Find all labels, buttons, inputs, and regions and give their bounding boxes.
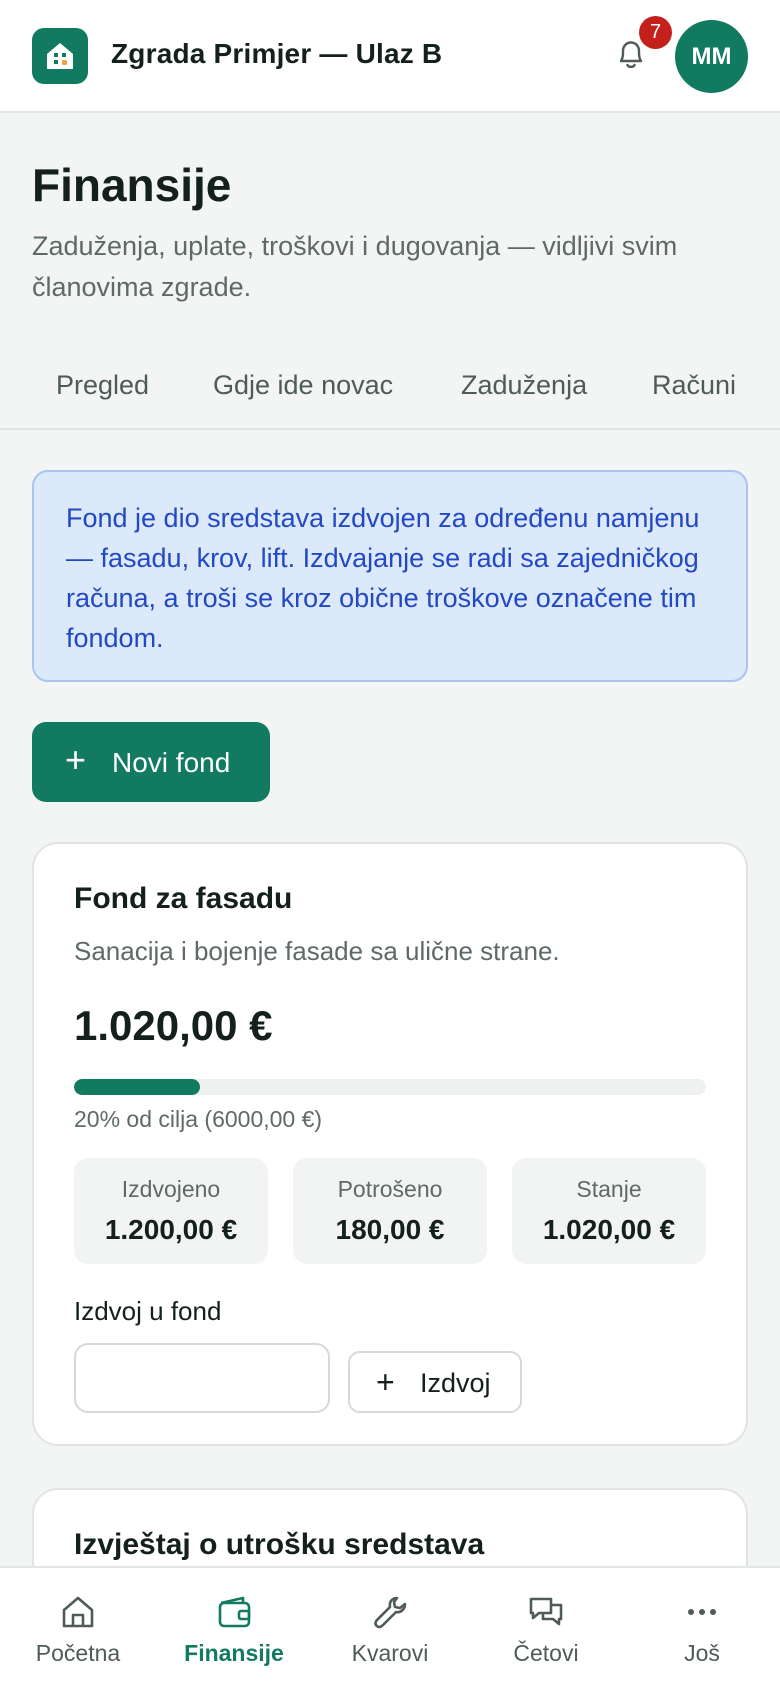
nav-label: Početna	[35, 1640, 121, 1666]
bottom-navigation: Početna Finansije Kvarovi Četovi Još	[0, 1566, 780, 1688]
fund-balance: 1.020,00 €	[74, 1002, 273, 1049]
stat-izdvojeno: Izdvojeno 1.200,00 €	[74, 1158, 268, 1264]
chat-icon	[529, 1597, 563, 1626]
app-logo[interactable]	[32, 28, 88, 84]
stat-stanje: Stanje 1.020,00 €	[512, 1158, 706, 1264]
nav-item-kvarovi[interactable]: Kvarovi	[312, 1568, 468, 1688]
stat-value: 1.020,00 €	[542, 1214, 676, 1245]
fund-card: Fond za fasadu Sanacija i bojenje fasade…	[32, 842, 748, 1446]
page-title: Finansije	[32, 159, 232, 211]
finance-tabs: Pregled Gdje ide novac Zaduženja Računi	[0, 358, 780, 430]
allocate-button[interactable]: + Izdvoj	[348, 1351, 522, 1413]
fund-info-box: Fond je dio sredstava izdvojen za određe…	[32, 470, 748, 682]
home-icon	[62, 1596, 94, 1628]
nav-item-finansije[interactable]: Finansije	[156, 1568, 312, 1688]
tab-zaduzenja[interactable]: Zaduženja	[461, 370, 587, 401]
notification-badge: 7	[639, 16, 672, 49]
stat-label: Izdvojeno	[121, 1176, 221, 1202]
allocate-amount-input[interactable]	[74, 1343, 330, 1413]
allocate-label: Izdvoj u fond	[74, 1296, 222, 1326]
nav-label: Kvarovi	[351, 1640, 429, 1666]
plus-icon: +	[376, 1364, 395, 1400]
tab-pregled[interactable]: Pregled	[56, 370, 149, 401]
stat-label: Potrošeno	[337, 1176, 443, 1202]
tab-gdje-ide-novac[interactable]: Gdje ide novac	[213, 370, 393, 401]
building-icon	[47, 43, 73, 69]
fund-progress-bar	[74, 1079, 706, 1095]
nav-label: Još	[684, 1640, 720, 1666]
new-fund-label: Novi fond	[112, 747, 231, 778]
user-avatar[interactable]: MM	[675, 20, 748, 93]
new-fund-button[interactable]: + Novi fond	[32, 722, 270, 802]
wallet-icon	[218, 1596, 251, 1628]
fund-progress-fill	[74, 1079, 201, 1095]
plus-icon: +	[65, 739, 87, 780]
fund-description: Sanacija i bojenje fasade sa ulične stra…	[74, 936, 560, 966]
fund-progress-text: 20% od cilja (6000,00 €)	[74, 1106, 323, 1132]
fund-title: Fond za fasadu	[74, 882, 293, 915]
nav-label: Četovi	[513, 1640, 579, 1666]
stat-value: 180,00 €	[335, 1214, 445, 1245]
spending-report-title: Izvještaj o utrošku sredstava	[74, 1528, 485, 1561]
nav-label: Finansije	[184, 1640, 284, 1666]
stat-value: 1.200,00 €	[104, 1214, 238, 1245]
page-subtitle: Zaduženja, uplate, troškovi i dugovanja …	[32, 231, 678, 302]
app-header: Zgrada Primjer — Ulaz B 7 MM	[0, 0, 780, 113]
more-icon	[688, 1609, 716, 1615]
allocate-button-label: Izdvoj	[420, 1368, 491, 1398]
wrench-icon	[374, 1596, 407, 1629]
stat-potroseno: Potrošeno 180,00 €	[293, 1158, 487, 1264]
nav-item-pocetna[interactable]: Početna	[0, 1568, 156, 1688]
nav-item-jos[interactable]: Još	[624, 1568, 780, 1688]
stat-label: Stanje	[576, 1176, 642, 1202]
building-title: Zgrada Primjer — Ulaz B	[111, 38, 443, 69]
nav-item-cetovi[interactable]: Četovi	[468, 1568, 624, 1688]
tab-racuni[interactable]: Računi	[652, 370, 736, 401]
